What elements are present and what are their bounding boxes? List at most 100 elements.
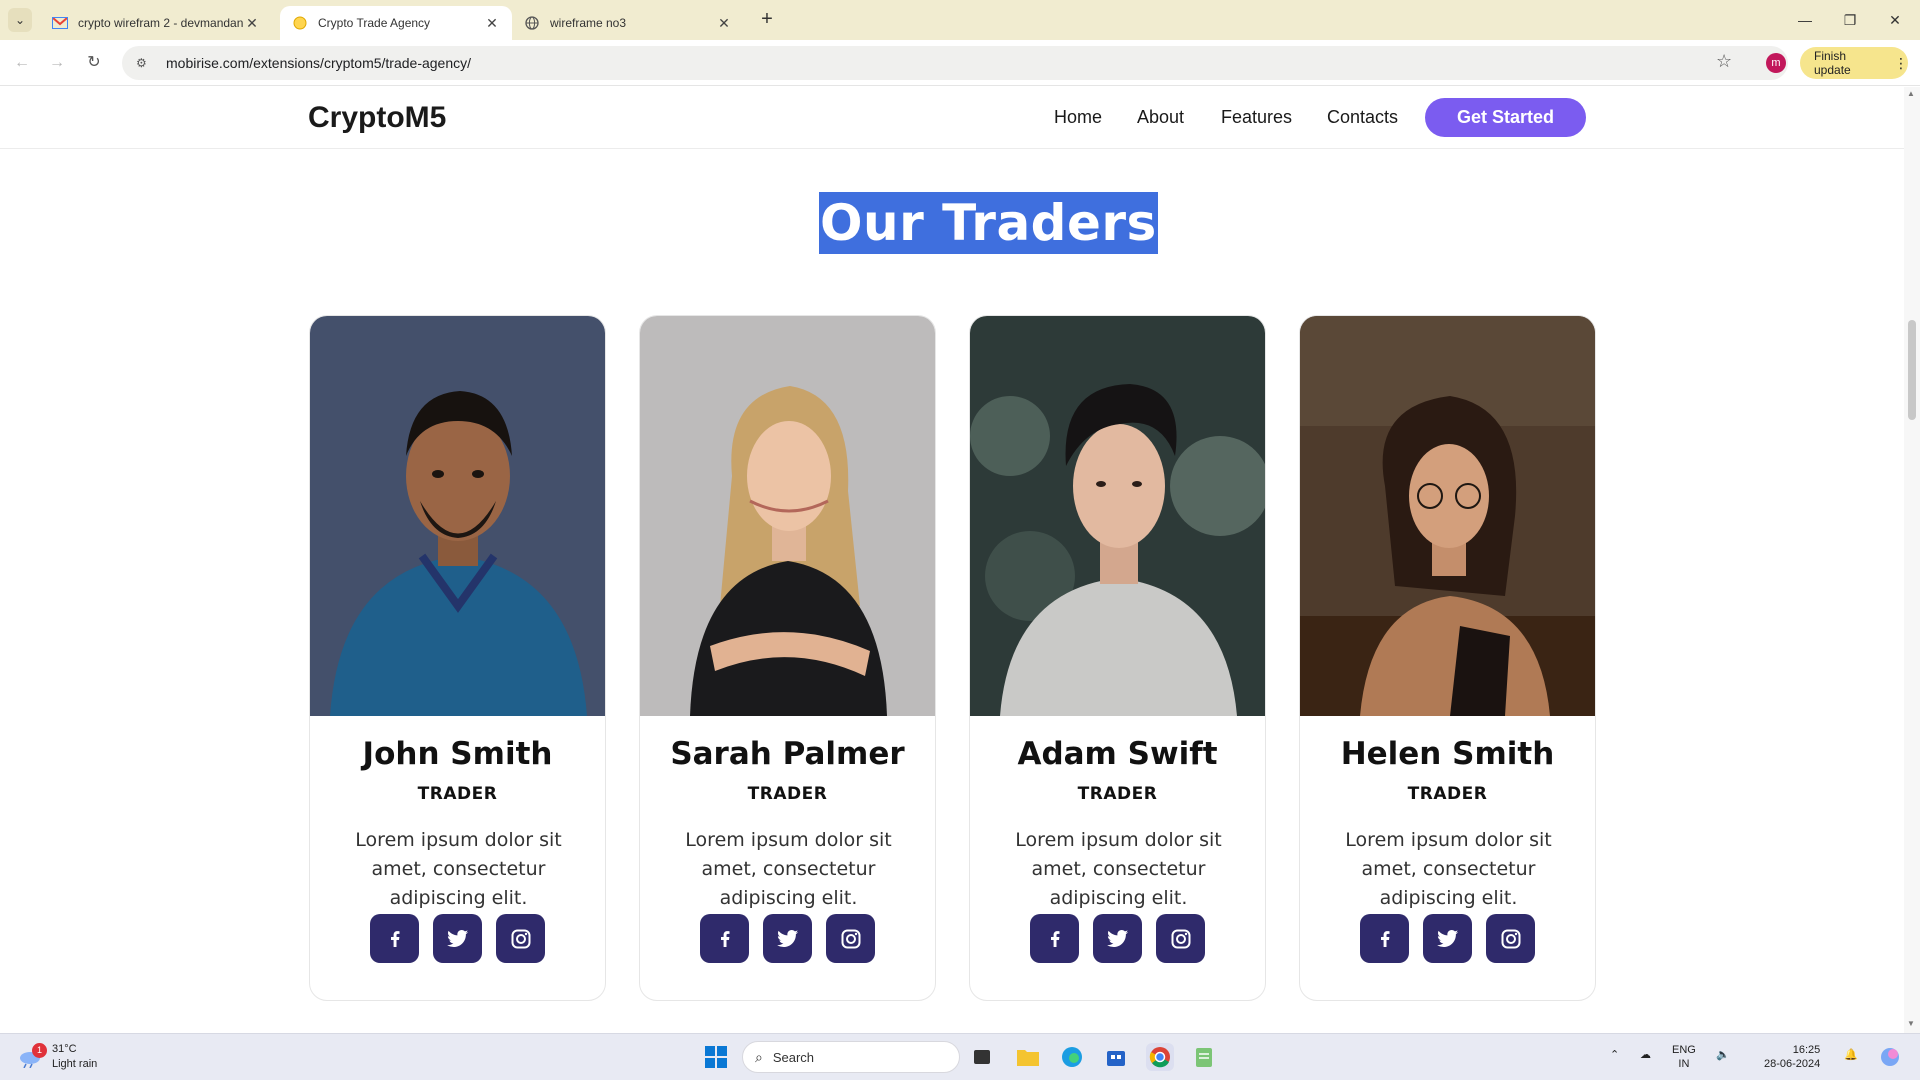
show-hidden-icons[interactable]: ⌃ xyxy=(1610,1048,1619,1062)
tab-title: crypto wirefram 2 - devmandan xyxy=(78,16,244,30)
twitter-icon[interactable] xyxy=(763,914,812,963)
instagram-icon[interactable] xyxy=(496,914,545,963)
nav-about[interactable]: About xyxy=(1137,107,1184,128)
clock-time: 16:25 xyxy=(1792,1044,1821,1056)
twitter-icon[interactable] xyxy=(1423,914,1472,963)
windows-taskbar: 1 31°C Light rain ⌕ Search ⌃ ☁ ENG IN 🔈 … xyxy=(0,1033,1920,1080)
site-header: CryptoM5 Home About Features Contacts Ge… xyxy=(0,87,1904,149)
reload-icon[interactable]: ↻ xyxy=(82,51,106,75)
chrome-icon[interactable] xyxy=(1146,1043,1174,1071)
more-menu-icon: ⋮ xyxy=(1894,54,1908,71)
twitter-icon[interactable] xyxy=(433,914,482,963)
facebook-icon[interactable] xyxy=(1360,914,1409,963)
language-bottom: IN xyxy=(1678,1058,1690,1070)
tab-crypto-trade-agency[interactable]: Crypto Trade Agency ✕ xyxy=(280,6,512,40)
url-text: mobirise.com/extensions/cryptom5/trade-a… xyxy=(166,55,472,71)
instagram-icon[interactable] xyxy=(826,914,875,963)
page-scrollbar[interactable]: ▲ ▼ xyxy=(1904,87,1920,1033)
globe-icon xyxy=(524,15,540,31)
tab-title: Crypto Trade Agency xyxy=(318,16,431,30)
social-links xyxy=(310,914,605,963)
trader-card: Adam Swift TRADER Lorem ipsum dolor sit … xyxy=(969,315,1266,1001)
profile-avatar[interactable]: m xyxy=(1766,53,1786,73)
tab-title: wireframe no3 xyxy=(550,16,627,30)
browser-tab-strip: ⌄ crypto wirefram 2 - devmandan ✕ Crypto… xyxy=(0,0,1920,40)
clock[interactable]: 16:25 28-06-2024 xyxy=(1764,1043,1820,1071)
facebook-icon[interactable] xyxy=(700,914,749,963)
twitter-icon[interactable] xyxy=(1093,914,1142,963)
taskbar-search[interactable]: ⌕ Search xyxy=(742,1041,960,1073)
tab-search-button[interactable]: ⌄ xyxy=(8,8,32,32)
trader-bio: Lorem ipsum dolor sit amet, consectetur … xyxy=(685,829,892,909)
language-top: ENG xyxy=(1672,1044,1696,1056)
weather-desc: Light rain xyxy=(52,1058,98,1070)
scroll-up-icon[interactable]: ▲ xyxy=(1907,89,1915,98)
scroll-down-icon[interactable]: ▼ xyxy=(1907,1019,1915,1028)
search-icon: ⌕ xyxy=(755,1048,763,1065)
instagram-icon[interactable] xyxy=(1156,914,1205,963)
restore-button[interactable]: ❐ xyxy=(1830,8,1870,32)
trader-role: TRADER xyxy=(1077,784,1158,804)
trader-name: John Smith xyxy=(362,736,553,772)
minimize-button[interactable]: — xyxy=(1785,8,1825,32)
instagram-icon[interactable] xyxy=(1486,914,1535,963)
taskbar-search-label: Search xyxy=(772,1049,815,1065)
trader-name: Sarah Palmer xyxy=(670,736,905,772)
social-links xyxy=(970,914,1265,963)
file-explorer-icon[interactable] xyxy=(1014,1043,1042,1071)
back-icon[interactable]: ← xyxy=(10,51,34,75)
trader-name: Adam Swift xyxy=(1017,736,1218,772)
social-links xyxy=(640,914,935,963)
close-tab-icon[interactable]: ✕ xyxy=(484,15,500,32)
notification-bell-icon[interactable]: 🔔 xyxy=(1844,1048,1858,1062)
notepad-icon[interactable] xyxy=(1190,1043,1218,1071)
scroll-thumb[interactable] xyxy=(1908,320,1916,420)
finish-update-label: Finish update xyxy=(1814,49,1851,77)
get-started-button[interactable]: Get Started xyxy=(1425,98,1586,137)
site-logo[interactable]: CryptoM5 xyxy=(308,101,446,135)
address-bar[interactable]: ⚙ mobirise.com/extensions/cryptom5/trade… xyxy=(122,46,1788,80)
site-info-icon[interactable]: ⚙ xyxy=(136,56,154,70)
task-view-icon[interactable] xyxy=(968,1043,996,1071)
network-icon[interactable]: ☁ xyxy=(1640,1048,1651,1062)
trader-role: TRADER xyxy=(417,784,498,804)
weather-widget[interactable]: 1 31°C Light rain xyxy=(18,1042,97,1072)
gmail-icon xyxy=(52,15,68,31)
forward-icon[interactable]: → xyxy=(45,51,69,75)
trader-bio: Lorem ipsum dolor sit amet, consectetur … xyxy=(1345,829,1552,909)
trader-card: John Smith TRADER Lorem ipsum dolor sit … xyxy=(309,315,606,1001)
trader-photo xyxy=(310,316,605,716)
trader-card: Sarah Palmer TRADER Lorem ipsum dolor si… xyxy=(639,315,936,1001)
rain-cloud-icon: 1 xyxy=(18,1043,47,1069)
facebook-icon[interactable] xyxy=(370,914,419,963)
trader-bio: Lorem ipsum dolor sit amet, consectetur … xyxy=(355,829,562,909)
social-links xyxy=(1300,914,1595,963)
trader-bio: Lorem ipsum dolor sit amet, consectetur … xyxy=(1015,829,1222,909)
facebook-icon[interactable] xyxy=(1030,914,1079,963)
tab-wireframe[interactable]: wireframe no3 ✕ xyxy=(512,6,744,40)
finish-update-button[interactable]: Finish update ⋮ xyxy=(1800,47,1908,79)
nav-features[interactable]: Features xyxy=(1221,107,1292,128)
trader-name: Helen Smith xyxy=(1340,736,1555,772)
edge-icon[interactable] xyxy=(1058,1043,1086,1071)
trader-photo xyxy=(1300,316,1595,716)
browser-toolbar: ← → ↻ ⚙ mobirise.com/extensions/cryptom5… xyxy=(0,40,1920,86)
close-window-button[interactable]: ✕ xyxy=(1875,8,1915,32)
copilot-icon[interactable] xyxy=(1876,1043,1904,1071)
close-tab-icon[interactable]: ✕ xyxy=(716,15,732,32)
section-title: Our Traders xyxy=(819,192,1158,254)
trader-card: Helen Smith TRADER Lorem ipsum dolor sit… xyxy=(1299,315,1596,1001)
windows-start-icon[interactable] xyxy=(702,1043,730,1071)
new-tab-button[interactable]: + xyxy=(756,9,778,31)
page-viewport: CryptoM5 Home About Features Contacts Ge… xyxy=(0,87,1904,1033)
volume-icon[interactable]: 🔈 xyxy=(1716,1048,1730,1062)
weather-badge: 1 xyxy=(32,1043,47,1058)
store-icon[interactable] xyxy=(1102,1043,1130,1071)
trader-role: TRADER xyxy=(747,784,828,804)
tab-gmail[interactable]: crypto wirefram 2 - devmandan ✕ xyxy=(40,6,272,40)
bookmark-star-icon[interactable]: ☆ xyxy=(1716,51,1732,72)
nav-home[interactable]: Home xyxy=(1054,107,1102,128)
close-tab-icon[interactable]: ✕ xyxy=(244,15,260,32)
nav-contacts[interactable]: Contacts xyxy=(1327,107,1398,128)
language-indicator[interactable]: ENG IN xyxy=(1672,1043,1696,1071)
